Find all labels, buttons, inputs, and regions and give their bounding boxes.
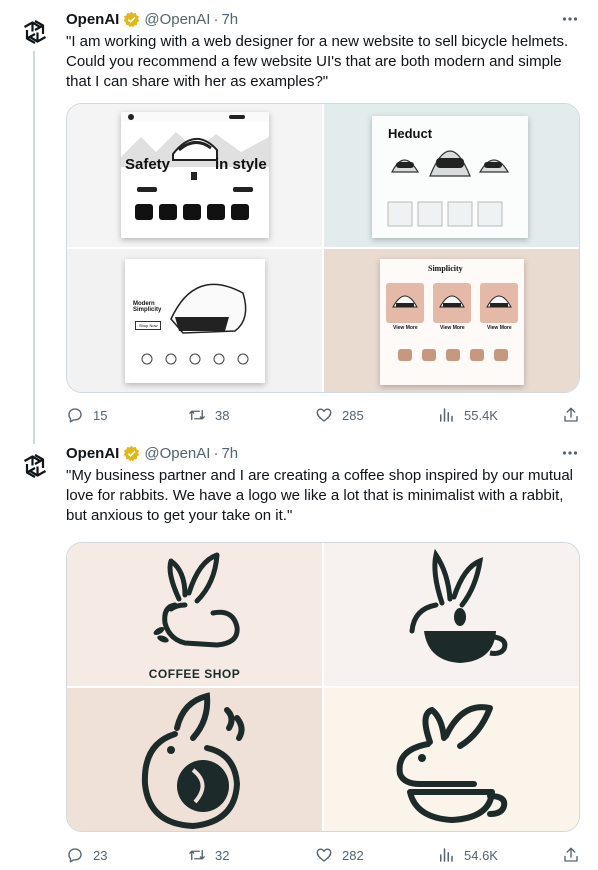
separator-dot: · — [213, 444, 219, 462]
retweet-count: 38 — [215, 407, 230, 423]
coffee-shop-caption: COFFEE SHOP — [148, 667, 241, 681]
image-4[interactable] — [324, 688, 579, 831]
reply-button[interactable]: 15 — [66, 406, 107, 424]
share-icon — [564, 407, 578, 422]
image-2[interactable] — [324, 543, 579, 686]
website-mockup: Modern Simplicity Shop Now — [125, 259, 265, 383]
image-3[interactable]: Modern Simplicity Shop Now — [67, 249, 322, 392]
action-bar: 15 38 285 55.4K — [66, 403, 580, 427]
timestamp[interactable]: 7h — [221, 11, 238, 28]
reply-button[interactable]: 23 — [66, 846, 107, 864]
tweet[interactable]: OpenAI @OpenAI · 7h "I am working with a… — [0, 0, 598, 444]
more-button[interactable] — [560, 443, 580, 463]
author-name[interactable]: OpenAI — [66, 445, 119, 462]
author-handle[interactable]: @OpenAI — [144, 11, 210, 28]
more-button[interactable] — [560, 9, 580, 29]
share-button[interactable] — [562, 406, 580, 424]
views-count: 54.6K — [464, 847, 498, 863]
website-mockup: Safety in style — [121, 112, 269, 238]
more-icon — [562, 451, 578, 455]
like-button[interactable]: 285 — [315, 406, 364, 424]
like-count: 282 — [342, 847, 364, 863]
retweet-icon — [189, 409, 205, 421]
image-1[interactable]: Safety in style — [67, 104, 322, 247]
share-icon — [564, 847, 578, 862]
shop-now-button: Shop Now — [135, 321, 162, 330]
media-grid[interactable]: COFFEE SHOP — [66, 542, 580, 832]
reply-count: 15 — [93, 407, 108, 423]
like-count: 285 — [342, 407, 364, 423]
openai-logo-icon — [23, 454, 47, 478]
avatar[interactable] — [16, 13, 54, 51]
timestamp[interactable]: 7h — [221, 445, 238, 462]
view-more-button-2: View More — [440, 325, 465, 331]
like-icon — [316, 408, 332, 422]
rabbit-line-logo-illustration — [396, 704, 508, 823]
retweet-icon — [189, 849, 205, 861]
retweet-button[interactable]: 32 — [188, 846, 229, 864]
image-2[interactable]: Heduct — [324, 104, 579, 247]
reply-count: 23 — [93, 847, 108, 863]
author-handle[interactable]: @OpenAI — [144, 445, 210, 462]
helmet-site-illustration — [121, 112, 269, 220]
separator-dot: · — [213, 10, 219, 28]
image-4[interactable]: Simplicity View More View More View More — [324, 249, 579, 392]
more-icon — [562, 17, 578, 21]
openai-logo-icon — [23, 20, 47, 44]
view-more-button-3: View More — [487, 325, 512, 331]
rabbit-cup-logo-illustration — [409, 548, 508, 663]
tweet-header: OpenAI @OpenAI · 7h — [66, 442, 582, 464]
headline-in-style: in style — [215, 156, 267, 173]
headline-modern-simplicity: Modern Simplicity — [133, 301, 162, 313]
brand-simplicity: Simplicity — [428, 264, 463, 273]
thread-connector — [33, 44, 35, 444]
views-count: 55.4K — [464, 407, 498, 423]
headline-safety: Safety — [125, 156, 171, 173]
rabbit-coffee-bean-logo-illustration — [141, 692, 245, 830]
rabbit-logo-illustration — [153, 552, 240, 648]
action-bar: 23 32 282 54.6K — [66, 843, 580, 867]
tweet-text: "My business partner and I are creating … — [66, 467, 573, 524]
view-more-button-1: View More — [393, 325, 418, 331]
verified-icon — [124, 445, 140, 461]
reply-icon — [68, 848, 82, 863]
views-button[interactable]: 54.6K — [437, 846, 498, 864]
like-button[interactable]: 282 — [315, 846, 364, 864]
author-name[interactable]: OpenAI — [66, 11, 119, 28]
image-1[interactable]: COFFEE SHOP — [67, 543, 322, 686]
tweet[interactable]: OpenAI @OpenAI · 7h "My business partner… — [0, 434, 598, 870]
like-icon — [316, 848, 332, 862]
share-button[interactable] — [562, 846, 580, 864]
tweet-header: OpenAI @OpenAI · 7h — [66, 8, 582, 30]
views-button[interactable]: 55.4K — [437, 406, 498, 424]
views-icon — [440, 408, 453, 422]
views-icon — [440, 848, 453, 862]
helmet-cards-illustration — [386, 283, 518, 361]
retweet-button[interactable]: 38 — [188, 406, 229, 424]
brand-heduct: Heduct — [388, 126, 433, 141]
tweet-text: "I am working with a web designer for a … — [66, 33, 569, 90]
image-3[interactable] — [67, 688, 322, 831]
verified-icon — [124, 11, 140, 27]
website-mockup: Simplicity View More View More View More — [380, 259, 524, 385]
retweet-count: 32 — [215, 847, 230, 863]
website-mockup: Heduct — [372, 116, 528, 238]
avatar[interactable] — [16, 447, 54, 485]
media-grid[interactable]: Safety in style Heduct Modern Simplicity… — [66, 103, 580, 393]
reply-icon — [68, 408, 82, 423]
